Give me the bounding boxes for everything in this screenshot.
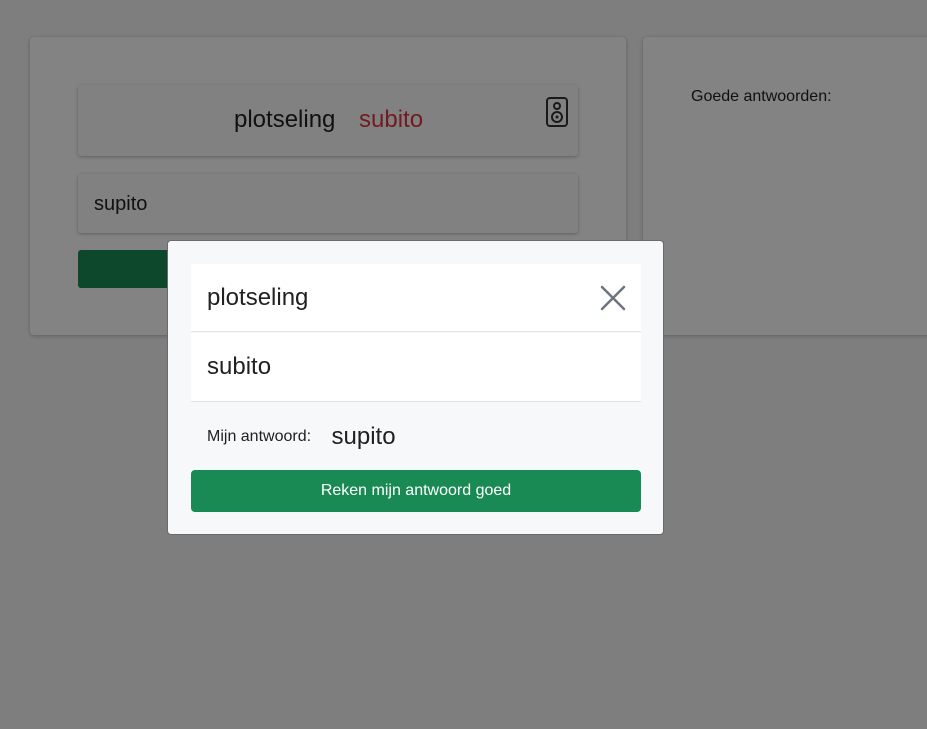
- accept-answer-button[interactable]: Reken mijn antwoord goed: [191, 470, 641, 512]
- my-answer-label: Mijn antwoord:: [207, 428, 312, 445]
- modal-question: plotseling: [207, 284, 309, 311]
- my-answer-value: supito: [331, 423, 396, 450]
- answer-review-modal: plotseling subito Mijn antwoord: supito …: [167, 240, 664, 535]
- modal-question-row: plotseling: [191, 264, 641, 332]
- my-answer-row: Mijn antwoord: supito: [207, 423, 396, 451]
- modal-correct-answer-row: subito: [191, 333, 641, 402]
- modal-correct-answer: subito: [207, 353, 272, 380]
- close-icon[interactable]: [599, 284, 627, 312]
